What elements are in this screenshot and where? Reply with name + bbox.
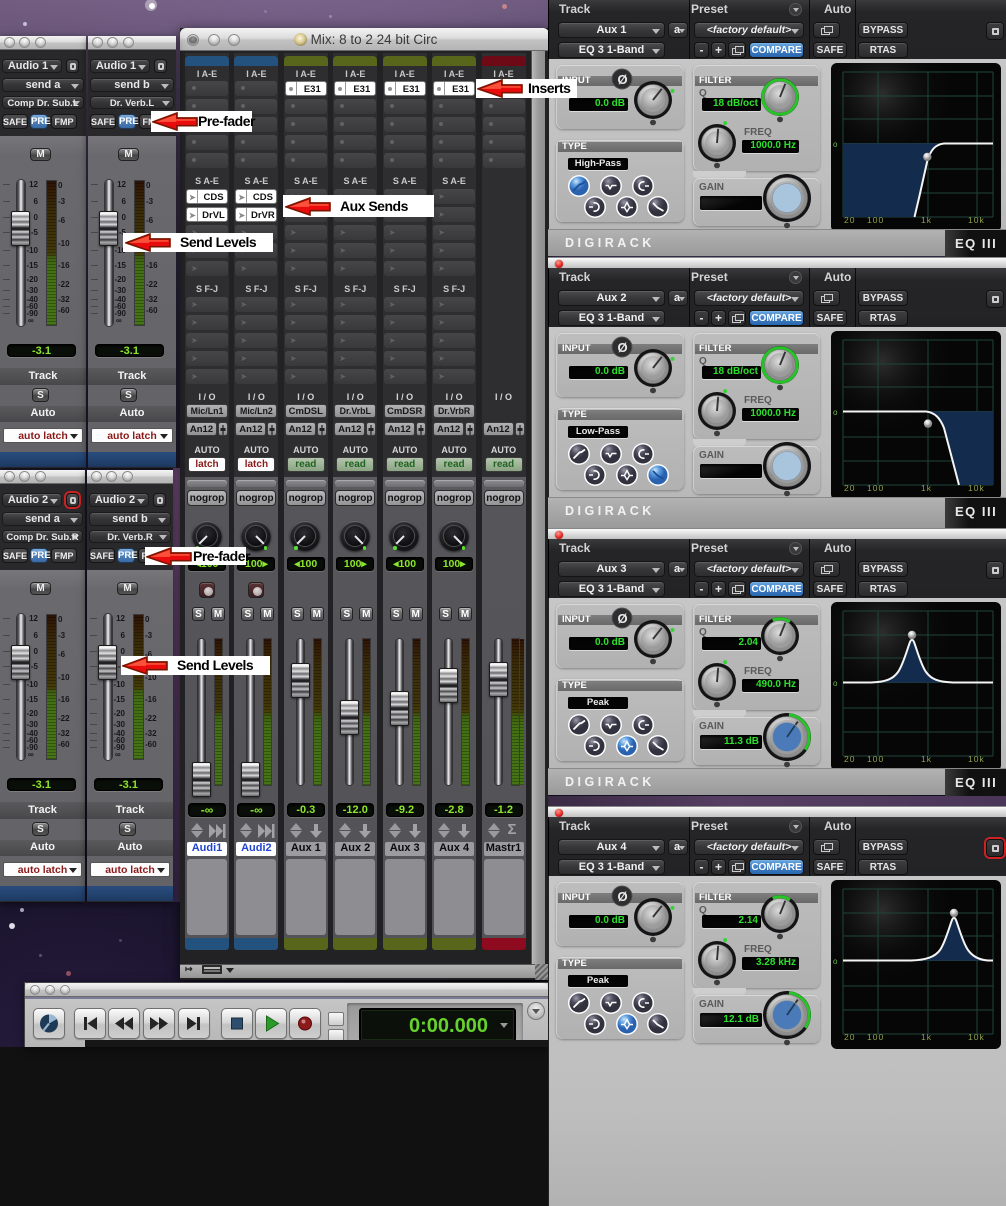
- svg-text:Ø: Ø: [618, 889, 628, 904]
- svg-text:10k: 10k: [968, 754, 985, 764]
- svg-text:Ø: Ø: [618, 611, 628, 626]
- svg-text:10k: 10k: [968, 483, 985, 493]
- svg-text:Ø: Ø: [618, 72, 628, 87]
- svg-text:o: o: [833, 408, 838, 417]
- svg-text:10k: 10k: [968, 215, 985, 225]
- svg-text:20: 20: [844, 483, 855, 493]
- svg-text:20: 20: [844, 1032, 855, 1042]
- svg-text:20: 20: [844, 754, 855, 764]
- svg-text:1k: 1k: [921, 215, 932, 225]
- svg-text:100: 100: [867, 483, 884, 493]
- svg-text:1k: 1k: [921, 483, 932, 493]
- svg-text:20: 20: [844, 215, 855, 225]
- svg-text:o: o: [833, 957, 838, 966]
- svg-text:10k: 10k: [968, 1032, 985, 1042]
- svg-text:1k: 1k: [921, 754, 932, 764]
- svg-text:100: 100: [867, 215, 884, 225]
- svg-text:o: o: [833, 140, 838, 149]
- svg-text:o: o: [833, 679, 838, 688]
- svg-text:100: 100: [867, 754, 884, 764]
- svg-text:1k: 1k: [921, 1032, 932, 1042]
- svg-text:Ø: Ø: [618, 340, 628, 355]
- svg-text:100: 100: [867, 1032, 884, 1042]
